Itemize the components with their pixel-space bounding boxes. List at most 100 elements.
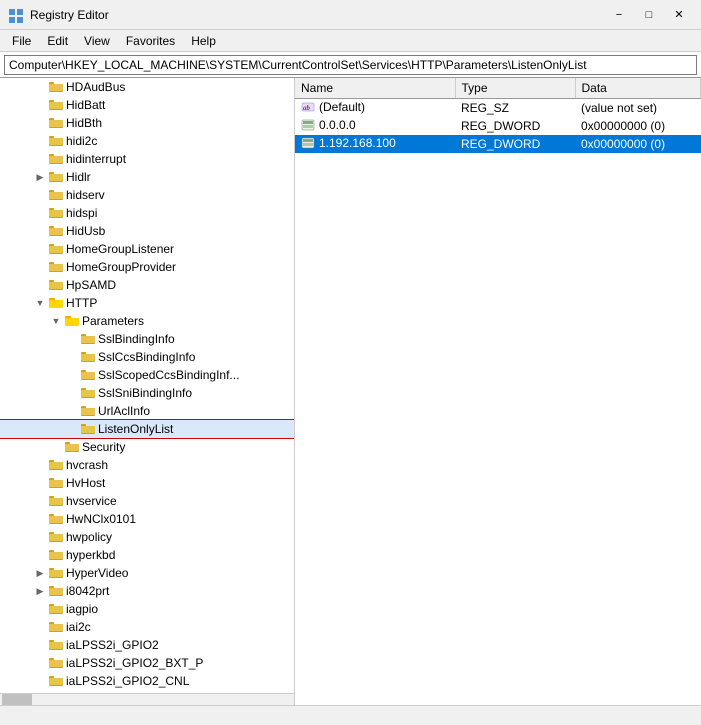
svg-text:ab: ab: [303, 104, 311, 112]
tree-node[interactable]: hidspi: [0, 204, 294, 222]
tree-node[interactable]: SslScopedCcsBindingInf...: [0, 366, 294, 384]
tree-node[interactable]: ▶ i8042prt: [0, 582, 294, 600]
tree-node[interactable]: hidinterrupt: [0, 150, 294, 168]
collapse-icon[interactable]: ▼: [32, 294, 48, 312]
reg-name: 0.0.0.0: [295, 117, 455, 135]
tree-node[interactable]: HDAudBus: [0, 78, 294, 96]
tree-node[interactable]: ▼ Parameters: [0, 312, 294, 330]
tree-node[interactable]: SslSniBindingInfo: [0, 384, 294, 402]
tree-horizontal-scrollbar[interactable]: [0, 693, 294, 705]
folder-icon: [80, 404, 96, 418]
folder-icon: [48, 170, 64, 184]
address-bar: [0, 52, 701, 78]
tree-node[interactable]: HvHost: [0, 474, 294, 492]
tree-node-label: SslBindingInfo: [98, 330, 175, 348]
menu-help[interactable]: Help: [183, 32, 224, 50]
tree-node[interactable]: Security: [0, 438, 294, 456]
tree-node[interactable]: ListenOnlyList: [0, 420, 294, 438]
tree-node-label: HidBth: [66, 114, 102, 132]
folder-icon: [48, 584, 64, 598]
status-bar: [0, 705, 701, 725]
tree-node[interactable]: hvcrash: [0, 456, 294, 474]
table-row[interactable]: ab (Default) REG_SZ (value not set): [295, 98, 701, 117]
tree-node[interactable]: HidBatt: [0, 96, 294, 114]
folder-icon: [48, 260, 64, 274]
tree-node-label: Parameters: [82, 312, 144, 330]
tree-pane: HDAudBus HidBatt HidBth hidi2c hidinterr: [0, 78, 295, 705]
menu-favorites[interactable]: Favorites: [118, 32, 183, 50]
tree-node[interactable]: hidi2c: [0, 132, 294, 150]
tree-node-label: HyperVideo: [66, 564, 128, 582]
tree-node-label: hyperkbd: [66, 546, 115, 564]
collapse-icon[interactable]: ▼: [48, 312, 64, 330]
tree-node-label: iaLPSS2i_GPIO2_CNL: [66, 672, 189, 690]
tree-node[interactable]: UrlAclInfo: [0, 402, 294, 420]
tree-node[interactable]: hwpolicy: [0, 528, 294, 546]
tree-node-label: SslCcsBindingInfo: [98, 348, 195, 366]
tree-node[interactable]: ▶ HyperVideo: [0, 564, 294, 582]
menu-file[interactable]: File: [4, 32, 39, 50]
tree-node[interactable]: iaLPSS2i_GPIO2_BXT_P: [0, 654, 294, 672]
expand-icon[interactable]: ▶: [32, 168, 48, 186]
expand-icon[interactable]: ▶: [32, 582, 48, 600]
tree-node-label: hidspi: [66, 204, 97, 222]
tree-node-label: HDAudBus: [66, 78, 125, 96]
tree-node[interactable]: HomeGroupListener: [0, 240, 294, 258]
tree-node[interactable]: SslCcsBindingInfo: [0, 348, 294, 366]
maximize-button[interactable]: □: [635, 4, 663, 26]
folder-icon: [48, 224, 64, 238]
tree-node-label: iaLPSS2i_GPIO2: [66, 636, 159, 654]
tree-node[interactable]: HwNClx0101: [0, 510, 294, 528]
tree-node[interactable]: hvservice: [0, 492, 294, 510]
registry-table: Name Type Data ab (Default) REG_SZ (valu…: [295, 78, 701, 153]
col-name[interactable]: Name: [295, 78, 455, 98]
tree-node[interactable]: hidserv: [0, 186, 294, 204]
tree-node[interactable]: iai2c: [0, 618, 294, 636]
tree-node-label: ListenOnlyList: [98, 420, 173, 438]
folder-icon: [80, 368, 96, 382]
folder-icon: [48, 116, 64, 130]
folder-icon: [48, 638, 64, 652]
menu-view[interactable]: View: [76, 32, 118, 50]
tree-node-label: HpSAMD: [66, 276, 116, 294]
folder-icon: [64, 440, 80, 454]
tree-node-label: iai2c: [66, 618, 91, 636]
table-row[interactable]: 1.192.168.100 REG_DWORD 0x00000000 (0): [295, 135, 701, 153]
table-row[interactable]: 0.0.0.0 REG_DWORD 0x00000000 (0): [295, 117, 701, 135]
col-type[interactable]: Type: [455, 78, 575, 98]
tree-node-label: iaLPSS2i_GPIO2_BXT_P: [66, 654, 203, 672]
folder-icon: [48, 620, 64, 634]
close-button[interactable]: ✕: [665, 4, 693, 26]
app-icon: [8, 7, 24, 23]
tree-node[interactable]: iaLPSS2i_GPIO2: [0, 636, 294, 654]
reg-name: 1.192.168.100: [295, 135, 455, 153]
tree-node[interactable]: ▼ HTTP: [0, 294, 294, 312]
tree-node[interactable]: HomeGroupProvider: [0, 258, 294, 276]
folder-icon: [48, 242, 64, 256]
tree-node[interactable]: iagpio: [0, 600, 294, 618]
folder-icon: [48, 98, 64, 112]
tree-scroll[interactable]: HDAudBus HidBatt HidBth hidi2c hidinterr: [0, 78, 294, 693]
tree-node-label: HidUsb: [66, 222, 105, 240]
expand-icon[interactable]: ▶: [32, 564, 48, 582]
tree-node-label: Hidlr: [66, 168, 91, 186]
tree-node[interactable]: HidUsb: [0, 222, 294, 240]
menu-edit[interactable]: Edit: [39, 32, 76, 50]
tree-node[interactable]: SslBindingInfo: [0, 330, 294, 348]
tree-node[interactable]: hyperkbd: [0, 546, 294, 564]
app-title: Registry Editor: [30, 8, 109, 22]
address-input[interactable]: [4, 55, 697, 75]
tree-node-label: HomeGroupListener: [66, 240, 174, 258]
tree-node[interactable]: ▶ Hidlr: [0, 168, 294, 186]
right-scroll[interactable]: Name Type Data ab (Default) REG_SZ (valu…: [295, 78, 701, 705]
tree-node[interactable]: HidBth: [0, 114, 294, 132]
folder-icon: [80, 350, 96, 364]
col-data[interactable]: Data: [575, 78, 701, 98]
tree-node[interactable]: iaLPSS2i_GPIO2_CNL: [0, 672, 294, 690]
minimize-button[interactable]: −: [605, 4, 633, 26]
folder-icon: [80, 332, 96, 346]
tree-node-label: hwpolicy: [66, 528, 112, 546]
tree-node[interactable]: HpSAMD: [0, 276, 294, 294]
tree-node-label: UrlAclInfo: [98, 402, 150, 420]
tree-node-label: SslScopedCcsBindingInf...: [98, 366, 239, 384]
